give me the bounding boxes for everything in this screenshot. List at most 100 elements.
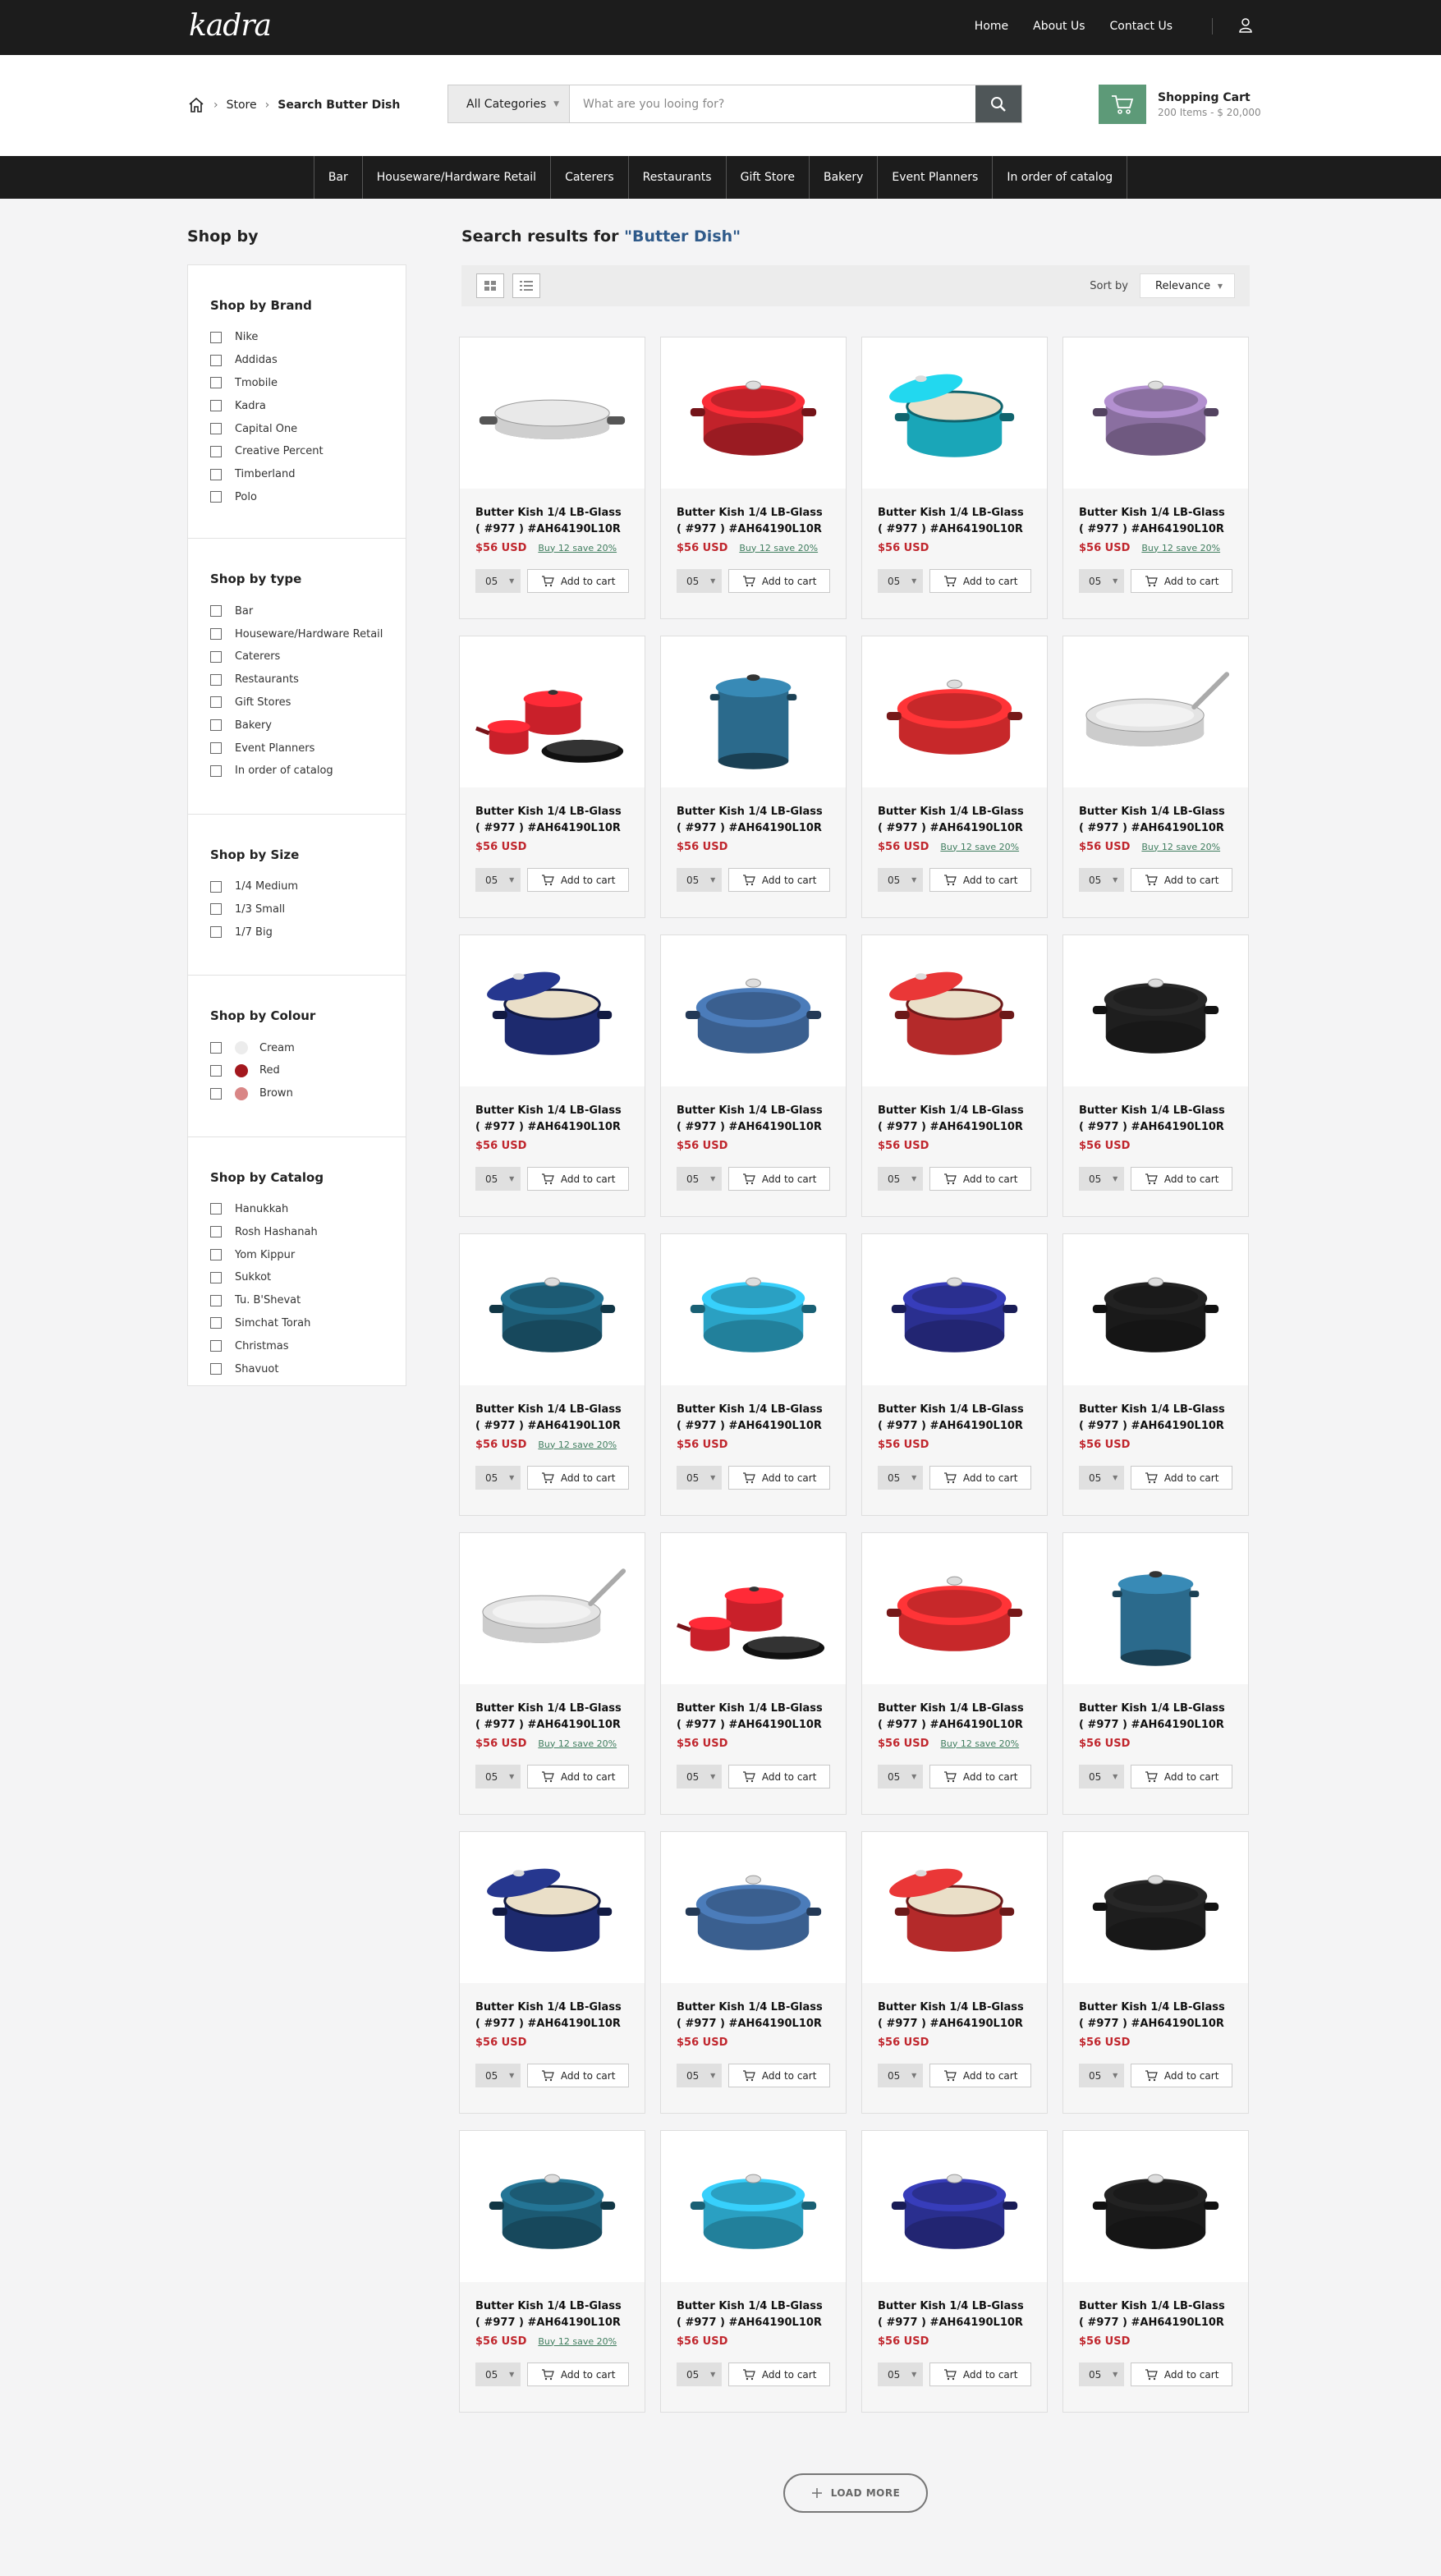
- product-image[interactable]: [460, 1533, 645, 1684]
- quantity-select[interactable]: 05 ▼: [1079, 1765, 1125, 1789]
- product-card[interactable]: Butter Kish 1/4 LB-Glass ( #977 ) #AH6419…: [1062, 636, 1249, 918]
- product-name[interactable]: Butter Kish 1/4 LB-Glass ( #977 ) #AH6419…: [878, 2000, 1031, 2032]
- checkbox[interactable]: [210, 1064, 222, 1077]
- filter-option[interactable]: 1/7 Big: [210, 921, 383, 944]
- add-to-cart-button[interactable]: Add to cart: [527, 1765, 629, 1789]
- add-to-cart-button[interactable]: Add to cart: [1131, 1466, 1232, 1490]
- checkbox[interactable]: [210, 423, 222, 435]
- quantity-select[interactable]: 05 ▼: [677, 2362, 723, 2386]
- product-name[interactable]: Butter Kish 1/4 LB-Glass ( #977 ) #AH6419…: [878, 2298, 1031, 2331]
- product-card[interactable]: Butter Kish 1/4 LB-Glass ( #977 ) #AH6419…: [660, 1532, 847, 1815]
- product-card[interactable]: Butter Kish 1/4 LB-Glass ( #977 ) #AH6419…: [1062, 337, 1249, 619]
- product-name[interactable]: Butter Kish 1/4 LB-Glass ( #977 ) #AH6419…: [677, 1701, 830, 1733]
- product-card[interactable]: Butter Kish 1/4 LB-Glass ( #977 ) #AH6419…: [1062, 1532, 1249, 1815]
- product-image[interactable]: [460, 1234, 645, 1385]
- add-to-cart-button[interactable]: Add to cart: [527, 1167, 629, 1191]
- checkbox[interactable]: [210, 331, 222, 343]
- filter-option[interactable]: Caterers: [210, 645, 383, 668]
- product-name[interactable]: Butter Kish 1/4 LB-Glass ( #977 ) #AH6419…: [677, 2298, 830, 2331]
- product-card[interactable]: Butter Kish 1/4 LB-Glass ( #977 ) #AH6419…: [459, 2130, 645, 2413]
- category-link[interactable]: Gift Store: [725, 156, 809, 199]
- breadcrumb-store[interactable]: Store: [227, 99, 257, 112]
- filter-option[interactable]: Houseware/Hardware Retail: [210, 622, 383, 645]
- checkbox[interactable]: [210, 696, 222, 709]
- sort-select[interactable]: Relevance ▼: [1140, 273, 1235, 298]
- checkbox[interactable]: [210, 742, 222, 755]
- product-card[interactable]: Butter Kish 1/4 LB-Glass ( #977 ) #AH6419…: [1062, 1831, 1249, 2114]
- filter-option[interactable]: Restaurants: [210, 668, 383, 691]
- checkbox[interactable]: [210, 719, 222, 732]
- checkbox[interactable]: [210, 1271, 222, 1283]
- filter-option[interactable]: Christmas: [210, 1334, 383, 1357]
- product-name[interactable]: Butter Kish 1/4 LB-Glass ( #977 ) #AH6419…: [475, 2298, 629, 2331]
- product-name[interactable]: Butter Kish 1/4 LB-Glass ( #977 ) #AH6419…: [677, 804, 830, 837]
- product-name[interactable]: Butter Kish 1/4 LB-Glass ( #977 ) #AH6419…: [475, 505, 629, 538]
- promo-link[interactable]: Buy 12 save 20%: [538, 1738, 617, 1749]
- product-name[interactable]: Butter Kish 1/4 LB-Glass ( #977 ) #AH6419…: [475, 804, 629, 837]
- checkbox[interactable]: [210, 1317, 222, 1329]
- checkbox[interactable]: [210, 445, 222, 457]
- filter-option[interactable]: 1/3 Small: [210, 898, 383, 921]
- checkbox[interactable]: [210, 400, 222, 412]
- product-image[interactable]: [661, 337, 846, 489]
- category-link[interactable]: Bakery: [808, 156, 877, 199]
- checkbox[interactable]: [210, 491, 222, 503]
- product-image[interactable]: [661, 1234, 846, 1385]
- add-to-cart-button[interactable]: Add to cart: [728, 1466, 830, 1490]
- checkbox[interactable]: [210, 1042, 222, 1054]
- add-to-cart-button[interactable]: Add to cart: [929, 1466, 1031, 1490]
- checkbox[interactable]: [210, 1249, 222, 1261]
- checkbox[interactable]: [210, 1294, 222, 1306]
- product-card[interactable]: Butter Kish 1/4 LB-Glass ( #977 ) #AH6419…: [459, 1831, 645, 2114]
- add-to-cart-button[interactable]: Add to cart: [728, 1765, 830, 1789]
- quantity-select[interactable]: 05 ▼: [1079, 1466, 1125, 1490]
- quantity-select[interactable]: 05 ▼: [677, 1466, 723, 1490]
- product-card[interactable]: Butter Kish 1/4 LB-Glass ( #977 ) #AH6419…: [861, 337, 1048, 619]
- product-image[interactable]: [862, 1832, 1047, 1983]
- quantity-select[interactable]: 05 ▼: [1079, 2362, 1125, 2386]
- nav-home[interactable]: Home: [975, 20, 1008, 33]
- filter-option[interactable]: Gift Stores: [210, 691, 383, 714]
- product-name[interactable]: Butter Kish 1/4 LB-Glass ( #977 ) #AH6419…: [1079, 505, 1232, 538]
- product-card[interactable]: Butter Kish 1/4 LB-Glass ( #977 ) #AH6419…: [861, 934, 1048, 1217]
- product-card[interactable]: Butter Kish 1/4 LB-Glass ( #977 ) #AH6419…: [861, 1532, 1048, 1815]
- product-image[interactable]: [460, 1832, 645, 1983]
- add-to-cart-button[interactable]: Add to cart: [1131, 569, 1232, 593]
- product-card[interactable]: Butter Kish 1/4 LB-Glass ( #977 ) #AH6419…: [861, 1233, 1048, 1516]
- load-more-button[interactable]: LOAD MORE: [783, 2473, 928, 2513]
- filter-option[interactable]: Tu. B'Shevat: [210, 1289, 383, 1312]
- quantity-select[interactable]: 05 ▼: [475, 1466, 521, 1490]
- quantity-select[interactable]: 05 ▼: [475, 868, 521, 892]
- add-to-cart-button[interactable]: Add to cart: [527, 2064, 629, 2087]
- product-image[interactable]: [862, 636, 1047, 787]
- checkbox[interactable]: [210, 605, 222, 618]
- quantity-select[interactable]: 05 ▼: [1079, 1167, 1125, 1191]
- quantity-select[interactable]: 05 ▼: [1079, 868, 1125, 892]
- add-to-cart-button[interactable]: Add to cart: [929, 868, 1031, 892]
- product-name[interactable]: Butter Kish 1/4 LB-Glass ( #977 ) #AH6419…: [1079, 804, 1232, 837]
- product-name[interactable]: Butter Kish 1/4 LB-Glass ( #977 ) #AH6419…: [1079, 2000, 1232, 2032]
- list-view-button[interactable]: [512, 273, 540, 298]
- add-to-cart-button[interactable]: Add to cart: [728, 2362, 830, 2386]
- product-name[interactable]: Butter Kish 1/4 LB-Glass ( #977 ) #AH6419…: [475, 1701, 629, 1733]
- product-card[interactable]: Butter Kish 1/4 LB-Glass ( #977 ) #AH6419…: [660, 2130, 847, 2413]
- add-to-cart-button[interactable]: Add to cart: [728, 868, 830, 892]
- product-card[interactable]: Butter Kish 1/4 LB-Glass ( #977 ) #AH6419…: [459, 636, 645, 918]
- product-image[interactable]: [862, 337, 1047, 489]
- product-image[interactable]: [1063, 1533, 1248, 1684]
- checkbox[interactable]: [210, 377, 222, 389]
- category-link[interactable]: Bar: [313, 156, 362, 199]
- filter-option[interactable]: Brown: [210, 1082, 383, 1105]
- promo-link[interactable]: Buy 12 save 20%: [739, 543, 818, 553]
- checkbox[interactable]: [210, 354, 222, 366]
- product-image[interactable]: [1063, 1234, 1248, 1385]
- product-image[interactable]: [1063, 636, 1248, 787]
- quantity-select[interactable]: 05 ▼: [878, 1167, 924, 1191]
- checkbox[interactable]: [210, 468, 222, 480]
- product-name[interactable]: Butter Kish 1/4 LB-Glass ( #977 ) #AH6419…: [878, 804, 1031, 837]
- product-name[interactable]: Butter Kish 1/4 LB-Glass ( #977 ) #AH6419…: [878, 1103, 1031, 1136]
- product-card[interactable]: Butter Kish 1/4 LB-Glass ( #977 ) #AH6419…: [660, 934, 847, 1217]
- product-card[interactable]: Butter Kish 1/4 LB-Glass ( #977 ) #AH6419…: [660, 1233, 847, 1516]
- quantity-select[interactable]: 05 ▼: [878, 2064, 924, 2087]
- home-icon[interactable]: [187, 96, 205, 114]
